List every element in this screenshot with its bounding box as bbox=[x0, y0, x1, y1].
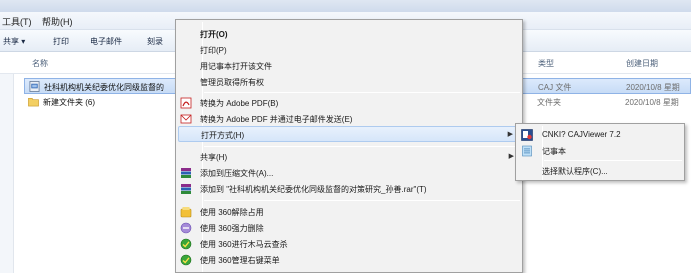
window-top-strip bbox=[0, 0, 691, 12]
file-type: CAJ 文件 bbox=[538, 83, 572, 92]
menu-item-convert-pdf-email[interactable]: 转换为 Adobe PDF 并通过电子邮件发送(E) bbox=[178, 111, 520, 127]
menu-item-360-unlock[interactable]: 使用 360解除占用 bbox=[178, 204, 520, 220]
context-menu: 打开(O) 打印(P) 用记事本打开该文件 管理员取得所有权 转换为 Adobe… bbox=[175, 19, 523, 273]
menu-item-open[interactable]: 打开(O) bbox=[178, 26, 520, 42]
navigation-pane[interactable] bbox=[0, 52, 14, 273]
menu-item-360-force-delete[interactable]: 使用 360强力删除 bbox=[178, 220, 520, 236]
file-type: 文件夹 bbox=[537, 98, 561, 107]
menu-separator bbox=[544, 160, 682, 161]
menu-item-take-ownership[interactable]: 管理员取得所有权 bbox=[178, 74, 520, 90]
folder-icon bbox=[28, 97, 39, 107]
open-with-submenu: CNKI? CAJViewer 7.2 记事本 选择默认程序(C)... bbox=[515, 123, 685, 181]
winrar-icon bbox=[181, 168, 191, 178]
submenu-item-choose-default[interactable]: 选择默认程序(C)... bbox=[518, 163, 684, 179]
column-date[interactable]: 创建日期 bbox=[626, 58, 658, 69]
print-button[interactable]: 打印 bbox=[53, 36, 69, 47]
file-name: 新建文件夹 (6) bbox=[43, 98, 95, 107]
menu-help[interactable]: 帮助(H) bbox=[42, 15, 73, 28]
force-delete-360-icon bbox=[180, 222, 192, 234]
winrar-icon bbox=[181, 184, 191, 194]
submenu-item-notepad[interactable]: 记事本 bbox=[518, 143, 684, 159]
menu-separator bbox=[204, 92, 520, 93]
menu-separator bbox=[204, 146, 520, 147]
cajviewer-icon bbox=[521, 129, 533, 141]
burn-button[interactable]: 刻录 bbox=[147, 36, 163, 47]
share-button[interactable]: 共享 ▾ bbox=[3, 36, 25, 47]
column-name[interactable]: 名称 bbox=[32, 58, 48, 69]
menu-item-convert-pdf[interactable]: 转换为 Adobe PDF(B) bbox=[178, 95, 520, 111]
menu-item-print[interactable]: 打印(P) bbox=[178, 42, 520, 58]
email-button[interactable]: 电子邮件 bbox=[90, 36, 122, 47]
caj-file-icon bbox=[29, 81, 40, 92]
menu-item-open-notepad[interactable]: 用记事本打开该文件 bbox=[178, 58, 520, 74]
submenu-arrow-icon: ▶ bbox=[508, 153, 514, 160]
adobe-pdf-icon bbox=[180, 97, 192, 109]
column-type[interactable]: 类型 bbox=[538, 58, 554, 69]
unlock-360-icon bbox=[180, 207, 192, 218]
menu-item-add-archive[interactable]: 添加到压缩文件(A)... bbox=[178, 165, 520, 181]
submenu-arrow-icon: ▶ bbox=[507, 131, 513, 138]
adobe-pdf-email-icon bbox=[180, 114, 192, 124]
file-date: 2020/10/8 星期 bbox=[626, 83, 680, 92]
trojan-scan-360-icon bbox=[180, 238, 192, 250]
submenu-item-cajviewer[interactable]: CNKI? CAJViewer 7.2 bbox=[518, 127, 684, 143]
notepad-icon bbox=[522, 145, 532, 157]
menu-item-360-manage-menu[interactable]: 使用 360管理右键菜单 bbox=[178, 252, 520, 268]
file-date: 2020/10/8 星期 bbox=[625, 98, 679, 107]
menu-tools[interactable]: 工具(T) bbox=[2, 15, 32, 28]
file-name: 社科机构机关纪委优化同级监督的 bbox=[44, 83, 164, 92]
manage-menu-360-icon bbox=[180, 254, 192, 266]
menu-separator bbox=[204, 200, 520, 201]
menu-item-360-trojan-scan[interactable]: 使用 360进行木马云查杀 bbox=[178, 236, 520, 252]
menu-item-open-with[interactable]: 打开方式(H) ▶ bbox=[178, 126, 520, 142]
menu-item-add-rar[interactable]: 添加到 "社科机构机关纪委优化同级监督的对策研究_孙善.rar"(T) bbox=[178, 181, 520, 197]
menu-item-share[interactable]: 共享(H) ▶ bbox=[178, 149, 520, 165]
